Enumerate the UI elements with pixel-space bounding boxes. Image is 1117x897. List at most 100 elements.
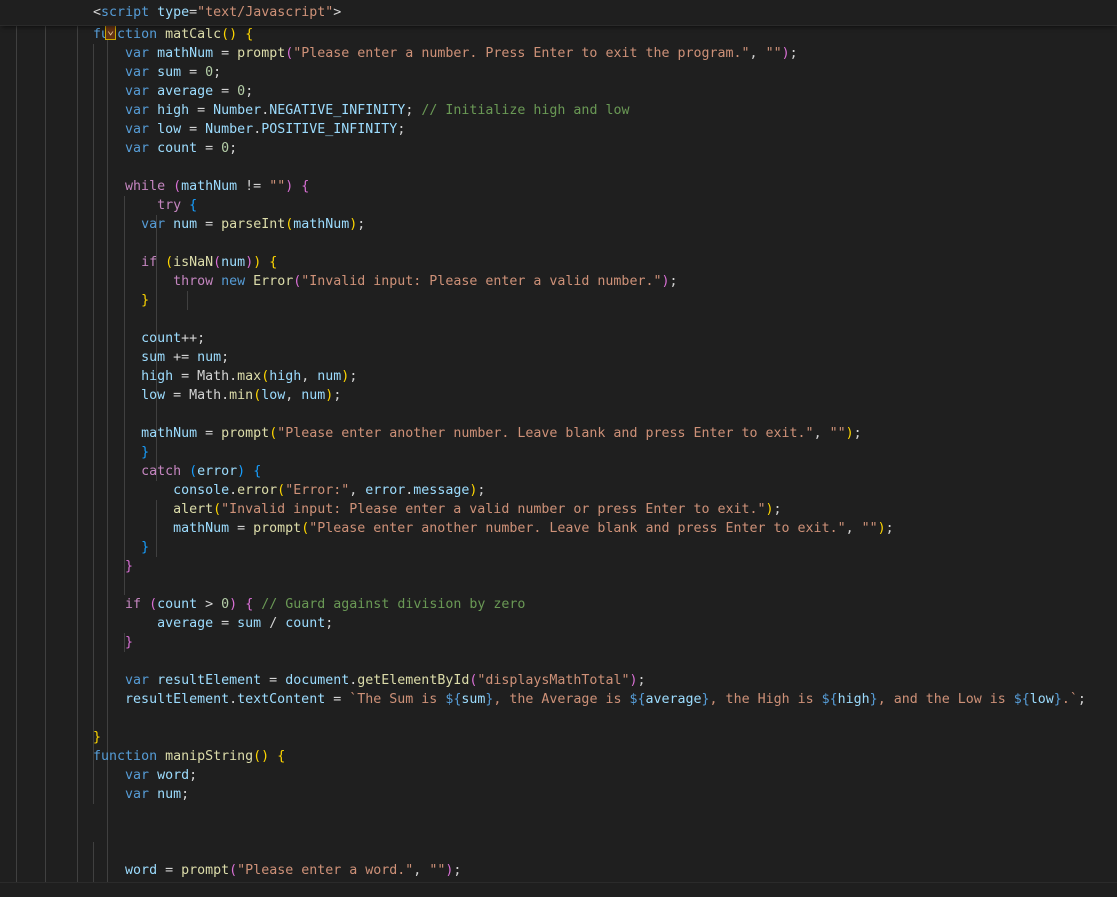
code-line[interactable]: } [0,443,1117,462]
code-line[interactable]: } [0,728,1117,747]
code-token: word [125,863,158,878]
code-token: min [229,388,254,403]
code-line[interactable]: } [0,557,1117,576]
code-line[interactable] [0,234,1117,253]
code-token: ( [165,255,174,270]
code-line[interactable]: function manipString() { [0,747,1117,766]
code-token: ( [149,597,158,612]
code-line[interactable] [0,576,1117,595]
code-token: } [125,559,134,574]
code-line[interactable]: mathNum = prompt("Please enter another n… [0,424,1117,443]
code-token: ; [453,863,462,878]
sticky-scroll-line[interactable]: <script type="text/Javascript"> [0,3,341,22]
code-token: 0 [237,84,246,99]
code-line-text: count++; [61,329,205,348]
code-line[interactable]: try { [0,196,1117,215]
code-line[interactable]: } [0,291,1117,310]
code-line[interactable]: var num = parseInt(mathNum); [0,215,1117,234]
code-token: ( [269,426,278,441]
code-line[interactable]: } [0,633,1117,652]
code-line[interactable]: var average = 0; [0,82,1117,101]
code-line-text: resultElement.textContent = `The Sum is … [61,690,1086,709]
code-line[interactable] [0,310,1117,329]
code-token: var [125,84,150,99]
code-token: ${ [629,692,646,707]
code-line[interactable]: if (count > 0) { // Guard against divisi… [0,595,1117,614]
code-line[interactable]: average = sum / count; [0,614,1117,633]
code-line[interactable]: var resultElement = document.getElementB… [0,671,1117,690]
code-token: low [1029,692,1054,707]
code-token: , the High is [709,692,822,707]
code-line[interactable]: if (isNaN(num)) { [0,253,1117,272]
status-bar[interactable] [0,883,1117,897]
code-line[interactable]: var word; [0,766,1117,785]
code-token: var [125,141,150,156]
code-token: "Please enter another number. Leave blan… [309,521,846,536]
code-line[interactable]: console.error("Error:", error.message); [0,481,1117,500]
code-token: `The Sum is [349,692,446,707]
code-line-text: mathNum = prompt("Please enter another n… [61,519,894,538]
code-line[interactable] [0,842,1117,861]
code-token: document [285,673,350,688]
code-line[interactable]: var high = Number.NEGATIVE_INFINITY; // … [0,101,1117,120]
code-line[interactable]: var mathNum = prompt("Please enter a num… [0,44,1117,63]
code-line-text: var num; [61,785,189,804]
code-token: message [413,483,470,498]
code-token: "" [861,521,878,536]
code-line[interactable] [0,804,1117,823]
code-line-text: if (count > 0) { // Guard against divisi… [61,595,525,614]
code-line[interactable]: } [0,538,1117,557]
sticky-scroll-header[interactable]: <script type="text/Javascript"> [0,0,1117,26]
code-token: resultElement [157,673,262,688]
code-token: Number [213,103,262,118]
code-line[interactable]: resultElement.textContent = `The Sum is … [0,690,1117,709]
code-line[interactable]: var sum = 0; [0,63,1117,82]
code-line[interactable]: mathNum = prompt("Please enter another n… [0,519,1117,538]
code-token: sum [237,616,262,631]
code-line[interactable]: while (mathNum != "") { [0,177,1117,196]
code-token: high [837,692,870,707]
sticky-scroll-line-text: <script type="text/Javascript"> [61,3,341,22]
code-line[interactable]: count++; [0,329,1117,348]
code-line-text: mathNum = prompt("Please enter another n… [61,424,862,443]
code-line[interactable]: catch (error) { [0,462,1117,481]
code-token: "Error:" [285,483,350,498]
code-editor[interactable]: <script type="text/Javascript"> ⌄ functi… [0,0,1117,897]
code-token: ; [181,787,190,802]
folded-line-marker[interactable]: ⌄ [105,25,116,40]
code-line[interactable] [0,709,1117,728]
code-token: { [301,179,310,194]
code-viewport[interactable]: ⌄ function matCalc() { var mathNum = pro… [0,25,1117,882]
code-token: = [261,673,286,688]
code-token: ( [213,502,222,517]
code-token: Number [205,122,254,137]
code-line[interactable] [0,652,1117,671]
code-line[interactable]: low = Math.min(low, num); [0,386,1117,405]
code-line[interactable]: var num; [0,785,1117,804]
code-line[interactable] [0,158,1117,177]
code-token: ; [221,350,230,365]
code-token: prompt [237,46,286,61]
code-line[interactable]: function matCalc() { [0,25,1117,44]
code-line-text: catch (error) { [61,462,261,481]
code-line[interactable]: var low = Number.POSITIVE_INFINITY; [0,120,1117,139]
code-line[interactable]: alert("Invalid input: Please enter a val… [0,500,1117,519]
code-line[interactable]: throw new Error("Invalid input: Please e… [0,272,1117,291]
code-line[interactable] [0,823,1117,842]
code-line-text: var word; [61,766,197,785]
code-line[interactable]: high = Math.max(high, num); [0,367,1117,386]
code-token: average [157,84,214,99]
code-token: var [125,768,150,783]
code-line[interactable]: var count = 0; [0,139,1117,158]
code-line[interactable] [0,405,1117,424]
code-line[interactable]: sum += num; [0,348,1117,367]
code-token: error [365,483,406,498]
code-line[interactable]: word = prompt("Please enter a word.", ""… [0,861,1117,880]
